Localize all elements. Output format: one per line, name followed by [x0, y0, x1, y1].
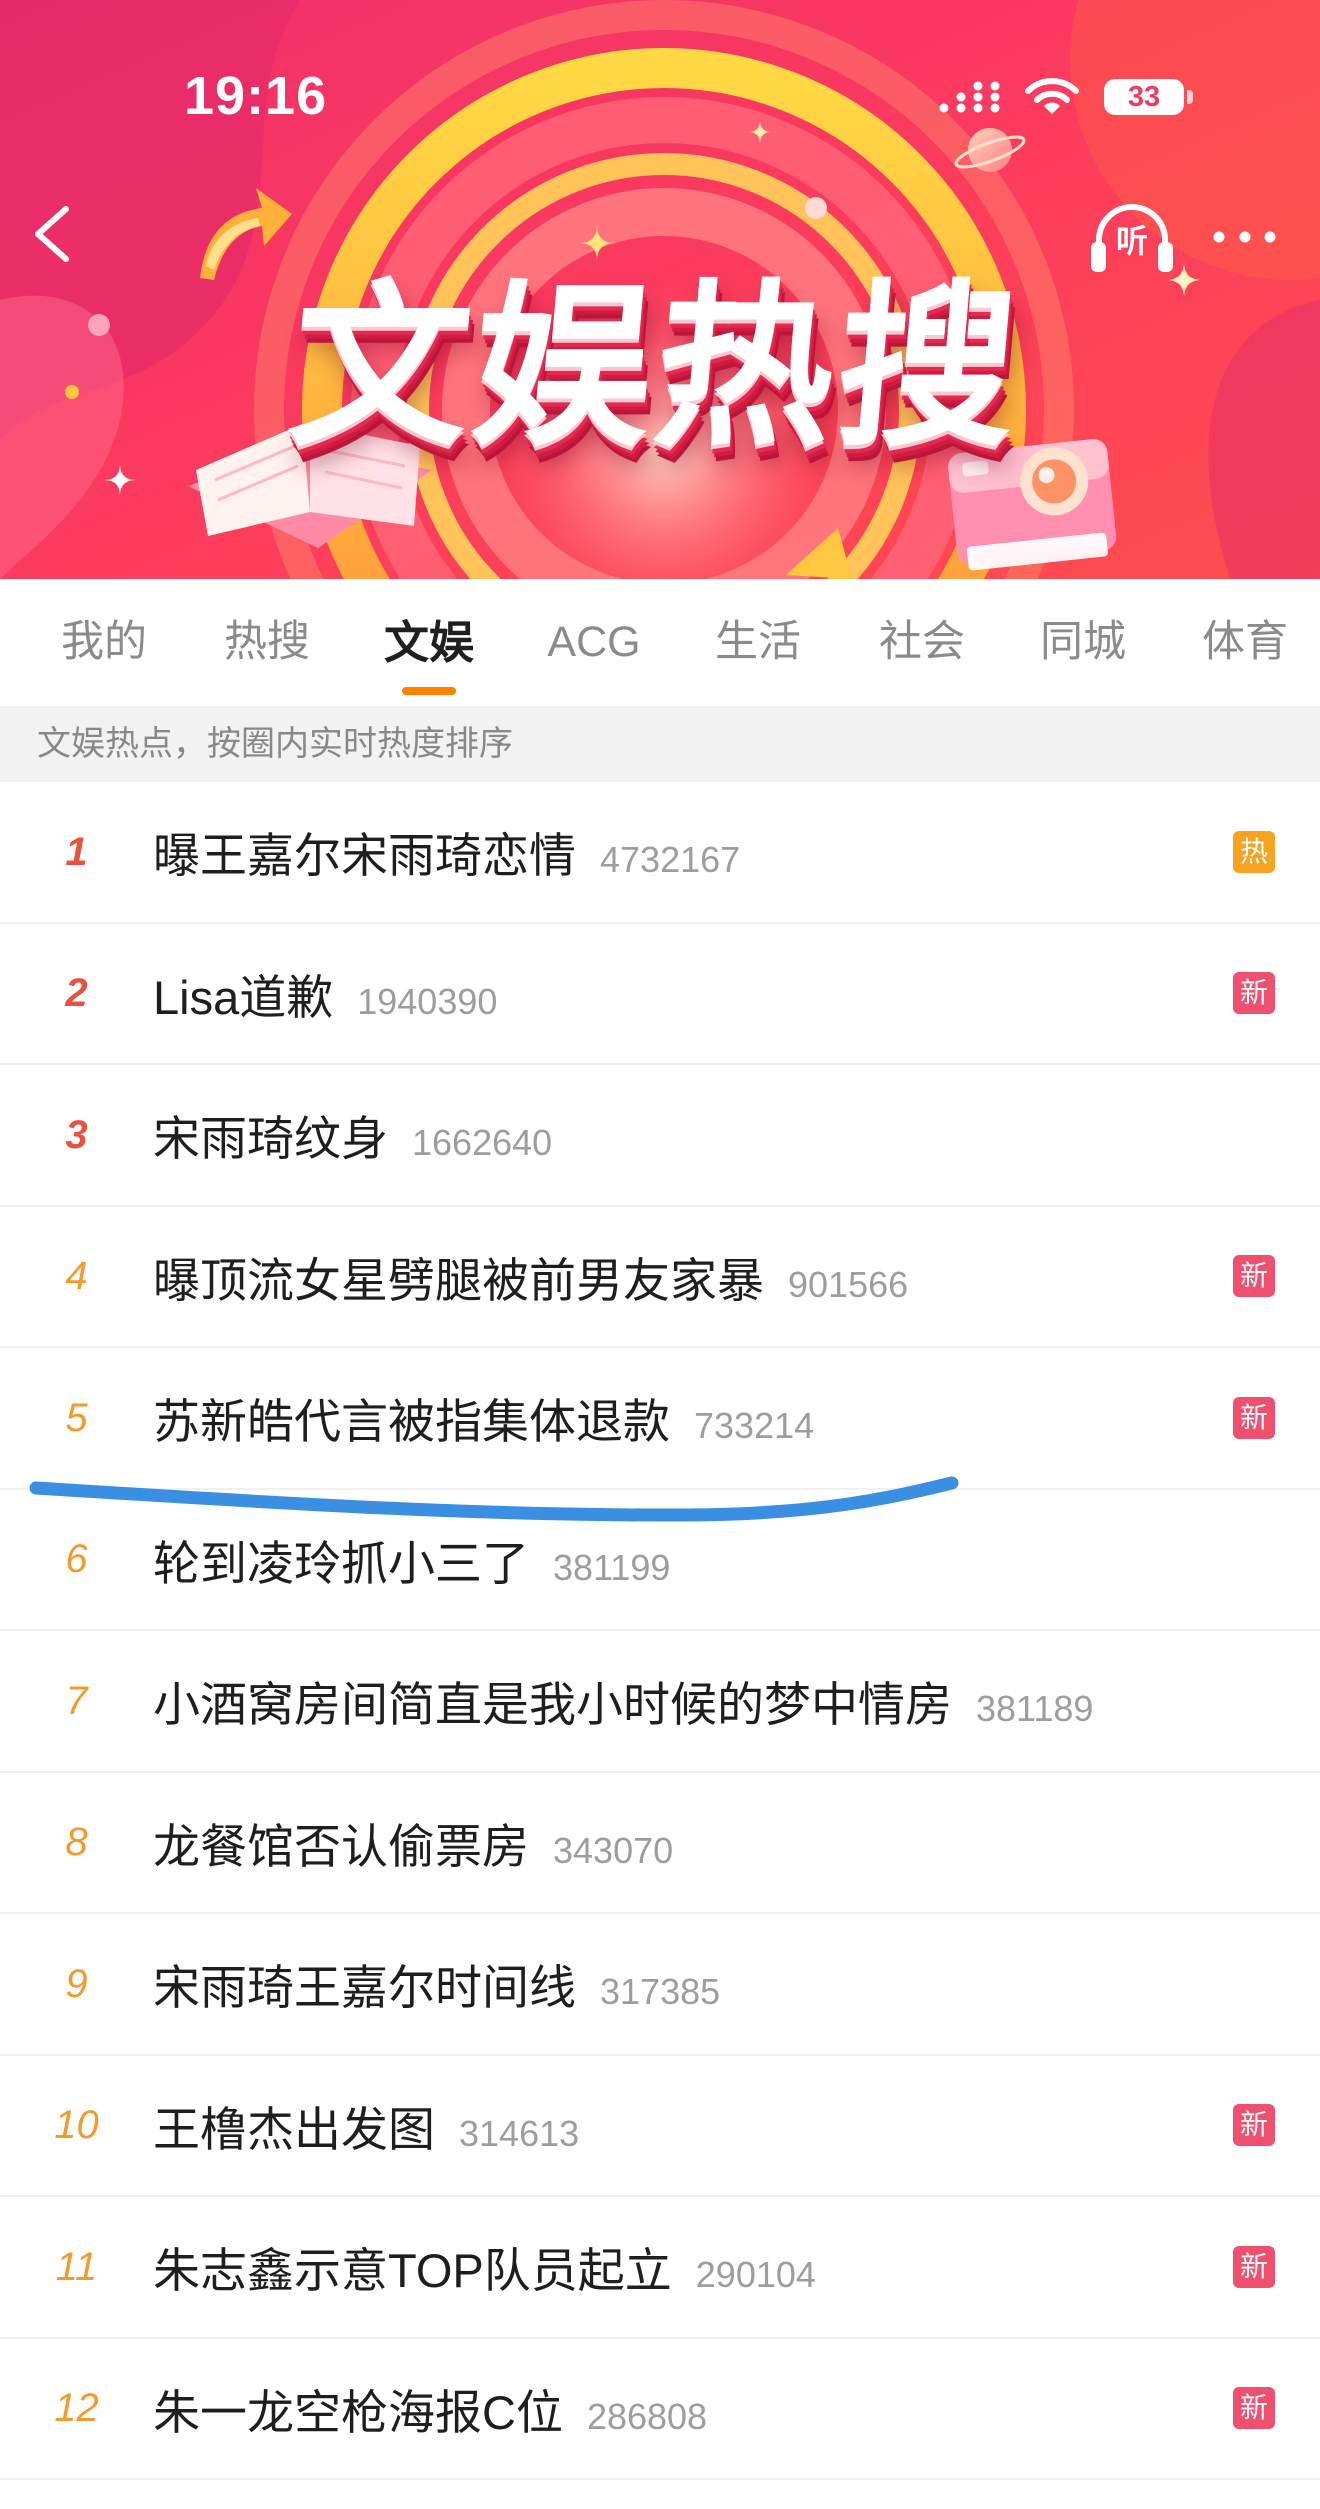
item-title: 王橹杰出发图: [153, 2102, 435, 2156]
item-text: Lisa道歉 1940390: [153, 959, 497, 1028]
new-badge: 新: [1233, 2104, 1275, 2147]
list-item[interactable]: 2 Lisa道歉 1940390 新: [0, 924, 1320, 1065]
heat-count: 381189: [976, 1688, 1094, 1730]
list-item[interactable]: 1 曝王嘉尔宋雨琦恋情 4732167 热: [0, 782, 1320, 924]
heat-count: 343070: [553, 1829, 674, 1871]
list-item[interactable]: 9 宋雨琦王嘉尔时间线 317385: [0, 1914, 1320, 2056]
new-badge: 新: [1233, 2245, 1275, 2288]
rank-number: 4: [65, 1254, 88, 1299]
active-tab-indicator: [402, 687, 456, 695]
tab-society[interactable]: 社会: [852, 579, 992, 706]
item-text: 王橹杰出发图 314613: [153, 2091, 579, 2160]
heat-count: 286808: [586, 2395, 708, 2437]
item-title: Lisa道歉: [153, 970, 334, 1024]
back-button[interactable]: [20, 195, 90, 273]
item-title: 曝王嘉尔宋雨琦恋情: [153, 829, 576, 883]
heat-count: 1662640: [412, 1122, 553, 1164]
heat-count: 1940390: [357, 980, 498, 1022]
item-text: 朱一龙空枪海报C位 286808: [153, 2374, 707, 2443]
new-badge: 新: [1233, 972, 1275, 1015]
tab-sports[interactable]: 体育: [1175, 579, 1315, 706]
new-badge: 新: [1233, 2387, 1275, 2430]
more-button[interactable]: [1204, 219, 1288, 255]
battery-level: 33: [1127, 81, 1161, 113]
rank-number: 9: [65, 1961, 88, 2006]
item-title: 小酒窝房间简直是我小时候的梦中情房: [153, 1678, 952, 1732]
rank-number: 10: [54, 2103, 99, 2148]
item-title: 龙餐馆否认偷票房: [153, 1819, 529, 1873]
hot-badge: 热: [1233, 830, 1275, 873]
subheader-text: 文娱热点，按圈内实时热度排序: [37, 725, 513, 763]
item-text: 小酒窝房间简直是我小时候的梦中情房 381189: [153, 1666, 1093, 1735]
battery-icon: 33: [1104, 79, 1184, 115]
item-title: 朱志鑫示意TOP队员起立: [153, 2244, 672, 2298]
list-item[interactable]: 5 苏新皓代言被指集体退款 733214 新: [0, 1348, 1320, 1490]
category-tabs: 我的 热搜 文娱 ACG 生活 社会 同城 体育: [0, 579, 1320, 706]
rank-number: 12: [54, 2386, 99, 2431]
heat-count: 733214: [694, 1405, 815, 1447]
list-item[interactable]: 4 曝顶流女星劈腿被前男友家暴 901566 新: [0, 1207, 1320, 1348]
tab-hot-search[interactable]: 热搜: [197, 579, 337, 706]
item-title: 宋雨琦王嘉尔时间线: [153, 1961, 576, 2015]
status-time: 19:16: [184, 66, 328, 126]
list-item[interactable]: 10 王橹杰出发图 314613 新: [0, 2056, 1320, 2197]
battery-nub: [1187, 90, 1193, 104]
heat-count: 381199: [553, 1546, 671, 1588]
item-title: 朱一龙空枪海报C位: [153, 2385, 563, 2439]
item-text: 宋雨琦纹身 1662640: [153, 1100, 552, 1169]
heat-count: 4732167: [600, 839, 741, 881]
wifi-icon: [1025, 78, 1079, 114]
rank-number: 1: [65, 829, 88, 874]
item-text: 曝王嘉尔宋雨琦恋情 4732167: [153, 817, 740, 886]
rank-number: 8: [65, 1820, 88, 1865]
item-text: 曝顶流女星劈腿被前男友家暴 901566: [153, 1242, 908, 1311]
heat-count: 290104: [695, 2254, 816, 2296]
listen-button[interactable]: 听: [1088, 200, 1176, 276]
listen-label: 听: [1115, 223, 1148, 259]
list-item[interactable]: 6 轮到凌玲抓小三了 381199: [0, 1490, 1320, 1631]
item-text: 苏新皓代言被指集体退款 733214: [153, 1383, 814, 1452]
heat-count: 901566: [788, 1263, 909, 1305]
new-badge: 新: [1233, 1255, 1275, 1298]
rank-number: 6: [65, 1537, 88, 1582]
item-title: 曝顶流女星劈腿被前男友家暴: [153, 1253, 764, 1307]
item-title: 轮到凌玲抓小三了: [153, 1536, 529, 1590]
heat-count: 317385: [600, 1971, 721, 2013]
item-text: 宋雨琦王嘉尔时间线 317385: [153, 1949, 720, 2018]
more-dots-icon: [1213, 231, 1276, 243]
rank-number: 7: [65, 1678, 88, 1723]
list-item[interactable]: 11 朱志鑫示意TOP队员起立 290104 新: [0, 2197, 1320, 2339]
tab-acg[interactable]: ACG: [524, 579, 664, 706]
signal-icon: [939, 81, 1000, 113]
hot-search-list: 1 曝王嘉尔宋雨琦恋情 4732167 热 2 Lisa道歉 1940390 新…: [0, 782, 1320, 2480]
list-item[interactable]: 3 宋雨琦纹身 1662640: [0, 1065, 1320, 1207]
rank-number: 2: [65, 971, 88, 1016]
new-badge: 新: [1233, 1396, 1275, 1439]
subheader: 文娱热点，按圈内实时热度排序: [0, 706, 1320, 782]
tab-mine[interactable]: 我的: [34, 579, 174, 706]
item-text: 轮到凌玲抓小三了 381199: [153, 1525, 670, 1594]
chevron-left-icon: [35, 206, 69, 262]
heat-count: 314613: [459, 2112, 580, 2154]
rank-number: 5: [65, 1395, 88, 1440]
item-title: 苏新皓代言被指集体退款: [153, 1395, 670, 1449]
tab-local[interactable]: 同城: [1013, 579, 1153, 706]
item-text: 朱志鑫示意TOP队员起立 290104: [153, 2232, 816, 2301]
tab-life[interactable]: 生活: [688, 579, 828, 706]
rank-number: 11: [55, 2244, 98, 2289]
list-item[interactable]: 12 朱一龙空枪海报C位 286808 新: [0, 2339, 1320, 2480]
page-title: 文娱热搜: [283, 268, 1029, 467]
list-item[interactable]: 7 小酒窝房间简直是我小时候的梦中情房 381189: [0, 1631, 1320, 1773]
rank-number: 3: [65, 1112, 88, 1157]
header-banner: 19:16 33 听 文娱热搜: [0, 0, 1320, 579]
item-title: 宋雨琦纹身: [153, 1112, 388, 1166]
list-item[interactable]: 8 龙餐馆否认偷票房 343070: [0, 1773, 1320, 1914]
item-text: 龙餐馆否认偷票房 343070: [153, 1808, 673, 1877]
